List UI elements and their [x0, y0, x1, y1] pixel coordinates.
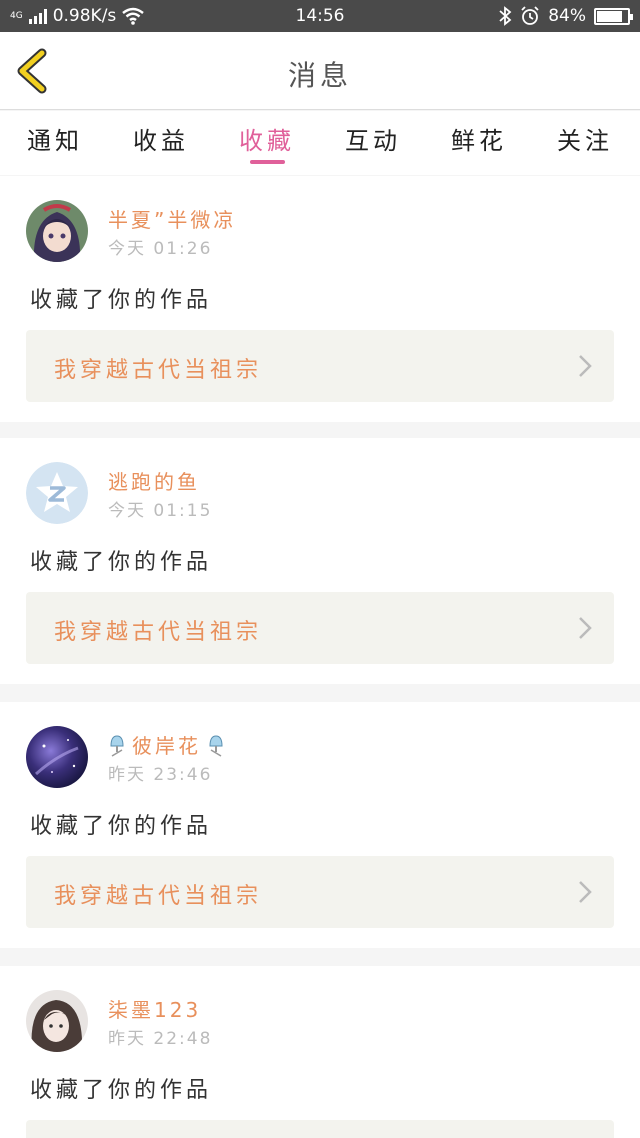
avatar[interactable] — [26, 200, 88, 262]
page-title: 消息 — [287, 59, 352, 92]
message-time: 今天 01:26 — [108, 239, 213, 259]
work-title: 我穿越古代当祖宗 — [54, 884, 263, 909]
tab-favorites[interactable]: 收藏 — [222, 121, 312, 156]
avatar[interactable] — [26, 462, 88, 524]
battery-percent: 84% — [548, 6, 586, 26]
tab-interactions[interactable]: 互动 — [328, 121, 418, 156]
avatar[interactable] — [26, 990, 88, 1052]
message-card: 彼岸花 昨天 23:46 收藏了你的作品 我穿越古代当祖宗 — [0, 702, 640, 948]
message-card: 半夏”半微凉 今天 01:26 收藏了你的作品 我穿越古代当祖宗 — [0, 176, 640, 422]
work-link[interactable] — [26, 1120, 614, 1138]
work-link[interactable]: 我穿越古代当祖宗 — [26, 856, 614, 928]
avatar[interactable] — [26, 726, 88, 788]
work-link[interactable]: 我穿越古代当祖宗 — [26, 330, 614, 402]
username[interactable]: 逃跑的鱼 — [108, 466, 200, 495]
alarm-icon — [521, 6, 539, 25]
anime-girl-avatar — [26, 200, 88, 262]
username[interactable]: 柒墨123 — [108, 994, 201, 1023]
work-title: 我穿越古代当祖宗 — [54, 358, 263, 383]
status-bar: 4G 0.98K/s 14:56 84% — [0, 0, 640, 32]
status-right: 84% — [498, 6, 633, 26]
chevron-right-icon — [579, 617, 592, 639]
message-time: 今天 01:15 — [108, 501, 213, 521]
chevron-right-icon — [579, 881, 592, 903]
chevron-right-icon — [579, 355, 592, 377]
work-link[interactable]: 我穿越古代当祖宗 — [26, 592, 614, 664]
message-card: 逃跑的鱼 今天 01:15 收藏了你的作品 我穿越古代当祖宗 — [0, 438, 640, 684]
message-time: 昨天 23:46 — [108, 765, 213, 785]
tab-bar: 通知 收益 收藏 互动 鲜花 关注 — [0, 111, 640, 175]
tab-flowers[interactable]: 鲜花 — [434, 121, 524, 156]
action-text: 收藏了你的作品 — [30, 814, 213, 839]
default-z-avatar — [26, 462, 88, 524]
action-text: 收藏了你的作品 — [30, 288, 213, 313]
active-tab-indicator — [250, 160, 285, 164]
bluetooth-icon — [499, 6, 512, 26]
tab-notifications[interactable]: 通知 — [10, 121, 100, 156]
username: 彼岸花 — [132, 734, 201, 758]
galaxy-avatar — [26, 726, 88, 788]
header: 消息 — [0, 32, 640, 110]
bell-icon — [110, 734, 124, 757]
photo-avatar — [26, 990, 88, 1052]
work-title: 我穿越古代当祖宗 — [54, 620, 263, 645]
tab-earnings[interactable]: 收益 — [116, 121, 206, 156]
battery-icon — [594, 7, 633, 25]
tab-following[interactable]: 关注 — [540, 121, 630, 156]
bell-icon — [209, 734, 223, 757]
action-text: 收藏了你的作品 — [30, 550, 213, 575]
username[interactable]: 半夏”半微凉 — [108, 204, 236, 233]
action-text: 收藏了你的作品 — [30, 1078, 213, 1103]
message-card: 柒墨123 昨天 22:48 收藏了你的作品 — [0, 966, 640, 1138]
message-time: 昨天 22:48 — [108, 1029, 213, 1049]
username-row[interactable]: 彼岸花 — [108, 730, 225, 759]
